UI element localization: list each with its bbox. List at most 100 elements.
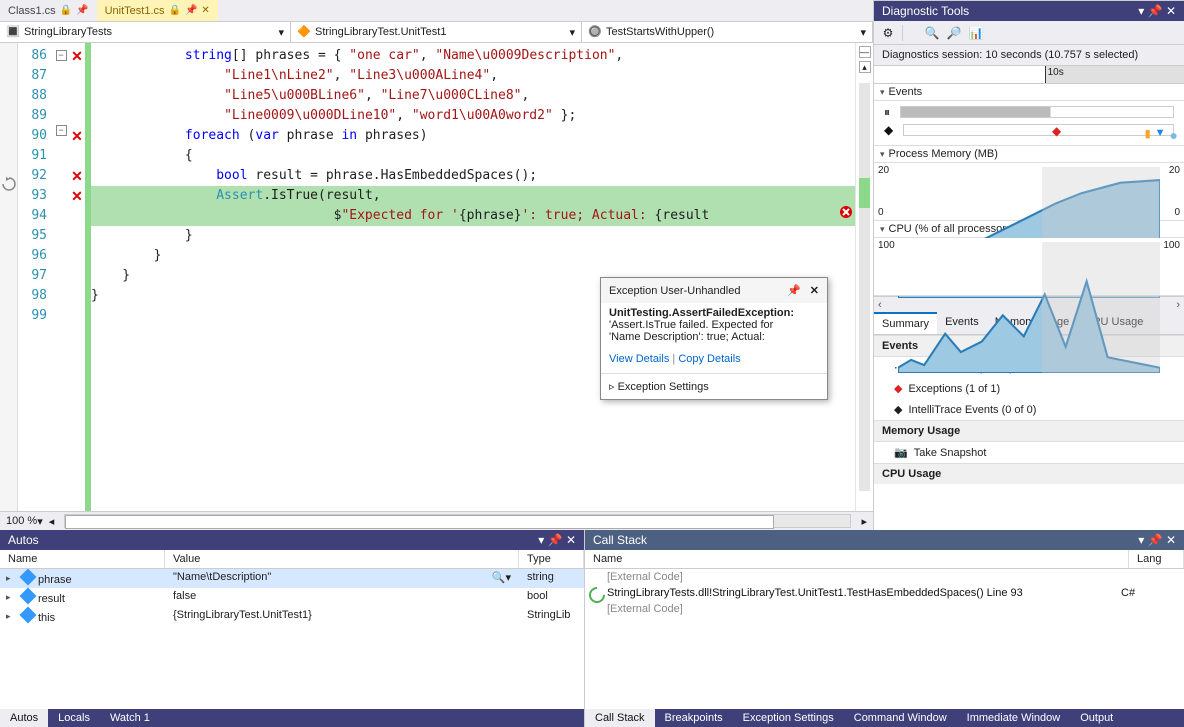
nav-class-combo[interactable]: 🔶 StringLibraryTest.UnitTest1 ▾ <box>291 22 582 42</box>
code-line[interactable]: $"Expected for '{phrase}': true; Actual:… <box>91 206 855 226</box>
[interactable] <box>69 206 85 226</box>
pin-icon[interactable]: 📌 <box>185 5 197 16</box>
[interactable] <box>69 266 85 286</box>
bottom-tab[interactable]: Output <box>1070 709 1123 727</box>
bottom-tab[interactable]: Watch 1 <box>100 709 160 727</box>
close-icon[interactable]: ✕ <box>566 533 576 547</box>
col-lang[interactable]: Lang <box>1129 550 1184 568</box>
breakpoint-marker[interactable]: ✕ <box>69 46 85 66</box>
bottom-tab[interactable]: Immediate Window <box>957 709 1071 727</box>
scroll-right-icon[interactable]: ▸ <box>861 515 867 528</box>
code-line[interactable]: } <box>91 246 855 266</box>
bottom-tab[interactable]: Breakpoints <box>655 709 733 727</box>
expand-icon[interactable]: ▹ <box>609 381 615 393</box>
exceptions-link[interactable]: ◆Exceptions (1 of 1) <box>874 378 1184 399</box>
pin-icon[interactable]: 📌 <box>76 5 88 16</box>
fold-toggle[interactable]: − <box>56 125 67 136</box>
[interactable] <box>69 306 85 326</box>
breakpoint-marker[interactable]: ✕ <box>69 126 85 146</box>
nav-member-combo[interactable]: 🔘 TestStartsWithUpper() ▾ <box>582 22 873 42</box>
nav-project-combo[interactable]: 🔳 StringLibraryTests ▾ <box>0 22 291 42</box>
code-line[interactable]: "Line5\u000BLine6", "Line7\u000CLine8", <box>91 86 855 106</box>
breakpoint-gutter[interactable]: ✕ ✕ ✕✕ <box>69 43 85 511</box>
stack-frame[interactable]: [External Code] <box>585 569 1184 585</box>
code-line[interactable]: "Line0009\u000DLine10", "word1\u00A0word… <box>91 106 855 126</box>
[interactable] <box>69 66 85 86</box>
pin-icon[interactable]: 📌 <box>1148 533 1163 547</box>
bottom-tab[interactable]: Exception Settings <box>733 709 844 727</box>
pin-icon[interactable]: 📌 <box>548 533 563 547</box>
breakpoint-marker[interactable]: ✕ <box>69 186 85 206</box>
zoom-out-icon[interactable]: 🔎 <box>946 25 962 41</box>
folding-gutter[interactable]: − − <box>53 43 69 511</box>
scroll-up-icon[interactable]: ▴ <box>859 61 871 73</box>
col-name[interactable]: Name <box>585 550 1129 568</box>
gear-icon[interactable]: ⚙ <box>880 25 896 41</box>
zoom-dropdown-icon[interactable]: ▾ <box>37 515 43 528</box>
fold-toggle[interactable]: − <box>56 50 67 61</box>
code-line[interactable]: "Line1\nLine2", "Line3\u000ALine4", <box>91 66 855 86</box>
memory-chart[interactable]: 20 20 0 0 <box>874 163 1184 221</box>
stack-frame[interactable]: StringLibraryTests.dll!StringLibraryTest… <box>585 585 1184 601</box>
codelens-refresh-icon[interactable] <box>2 177 16 191</box>
code-editor[interactable]: 8687888990919293949596979899 − − ✕ ✕ ✕✕ … <box>0 43 873 511</box>
variable-row[interactable]: ▸this {StringLibraryTest.UnitTest1} Stri… <box>0 607 584 626</box>
event-track-break[interactable] <box>900 106 1174 118</box>
code-line[interactable]: bool result = phrase.HasEmbeddedSpaces()… <box>91 166 855 186</box>
dropdown-icon[interactable]: ▾ <box>1138 533 1144 547</box>
close-icon[interactable]: ✕ <box>1166 4 1176 18</box>
[interactable] <box>69 286 85 306</box>
split-icon[interactable]: — <box>859 46 871 58</box>
code-line[interactable]: { <box>91 146 855 166</box>
timeline-ruler[interactable]: 10s <box>874 66 1184 84</box>
memory-section-header[interactable]: Process Memory (MB) ▮ ▼ ● <box>874 146 1184 163</box>
intellitrace-link[interactable]: ◆IntelliTrace Events (0 of 0) <box>874 399 1184 420</box>
horizontal-scrollbar[interactable] <box>64 514 851 528</box>
stack-frame[interactable]: [External Code] <box>585 601 1184 617</box>
event-track-intelli[interactable]: ◆ <box>903 124 1174 136</box>
bottom-tab[interactable]: Call Stack <box>585 709 655 727</box>
pin-icon[interactable]: 📌 <box>787 285 801 297</box>
document-tab[interactable]: UnitTest1.cs 🔒 📌 ✕ <box>97 0 218 21</box>
bottom-tab[interactable]: Locals <box>48 709 100 727</box>
col-value[interactable]: Value <box>165 550 519 568</box>
scroll-map[interactable]: — ▴ <box>855 43 873 511</box>
scroll-left-icon[interactable]: ◂ <box>49 515 55 528</box>
col-type[interactable]: Type <box>519 550 584 568</box>
variable-row[interactable]: ▸result false bool <box>0 588 584 607</box>
code-line[interactable]: Assert.IsTrue(result, <box>91 186 855 206</box>
autos-grid[interactable]: ▸phrase "Name\tDescription" 🔍▾ string ▸r… <box>0 569 584 709</box>
bottom-tab[interactable]: Autos <box>0 709 48 727</box>
close-icon[interactable]: ✕ <box>810 285 819 297</box>
copy-details-link[interactable]: Copy Details <box>678 353 740 365</box>
bottom-tab[interactable]: Command Window <box>844 709 957 727</box>
take-snapshot-button[interactable]: 📷Take Snapshot <box>874 442 1184 463</box>
code-line[interactable]: string[] phrases = { "one car", "Name\u0… <box>91 46 855 66</box>
code-line[interactable]: } <box>91 226 855 246</box>
dropdown-icon[interactable]: ▾ <box>1138 4 1144 18</box>
view-details-link[interactable]: View Details <box>609 353 669 365</box>
zoom-in-icon[interactable]: 🔍 <box>924 25 940 41</box>
[interactable] <box>69 246 85 266</box>
callstack-grid[interactable]: [External Code]StringLibraryTests.dll!St… <box>585 569 1184 709</box>
exception-settings-link[interactable]: Exception Settings <box>618 381 709 393</box>
magnifier-icon[interactable]: 🔍▾ <box>492 571 511 584</box>
zoom-level[interactable]: 100 % <box>6 515 37 527</box>
[interactable] <box>69 86 85 106</box>
reset-view-icon[interactable]: 📊 <box>968 25 984 41</box>
[interactable] <box>69 106 85 126</box>
events-section-header[interactable]: Events <box>874 84 1184 101</box>
close-icon[interactable]: ✕ <box>201 5 209 16</box>
dropdown-icon: ▾ <box>860 26 866 39</box>
pin-icon[interactable]: 📌 <box>1148 4 1163 18</box>
dropdown-icon[interactable]: ▾ <box>538 533 544 547</box>
[interactable] <box>69 226 85 246</box>
close-icon[interactable]: ✕ <box>1166 533 1176 547</box>
[interactable] <box>69 146 85 166</box>
code-line[interactable]: foreach (var phrase in phrases) <box>91 126 855 146</box>
document-tab[interactable]: Class1.cs 🔒 📌 <box>0 0 97 21</box>
col-name[interactable]: Name <box>0 550 165 568</box>
cpu-chart[interactable]: 100 100 <box>874 238 1184 296</box>
breakpoint-marker[interactable]: ✕ <box>69 166 85 186</box>
variable-row[interactable]: ▸phrase "Name\tDescription" 🔍▾ string <box>0 569 584 588</box>
